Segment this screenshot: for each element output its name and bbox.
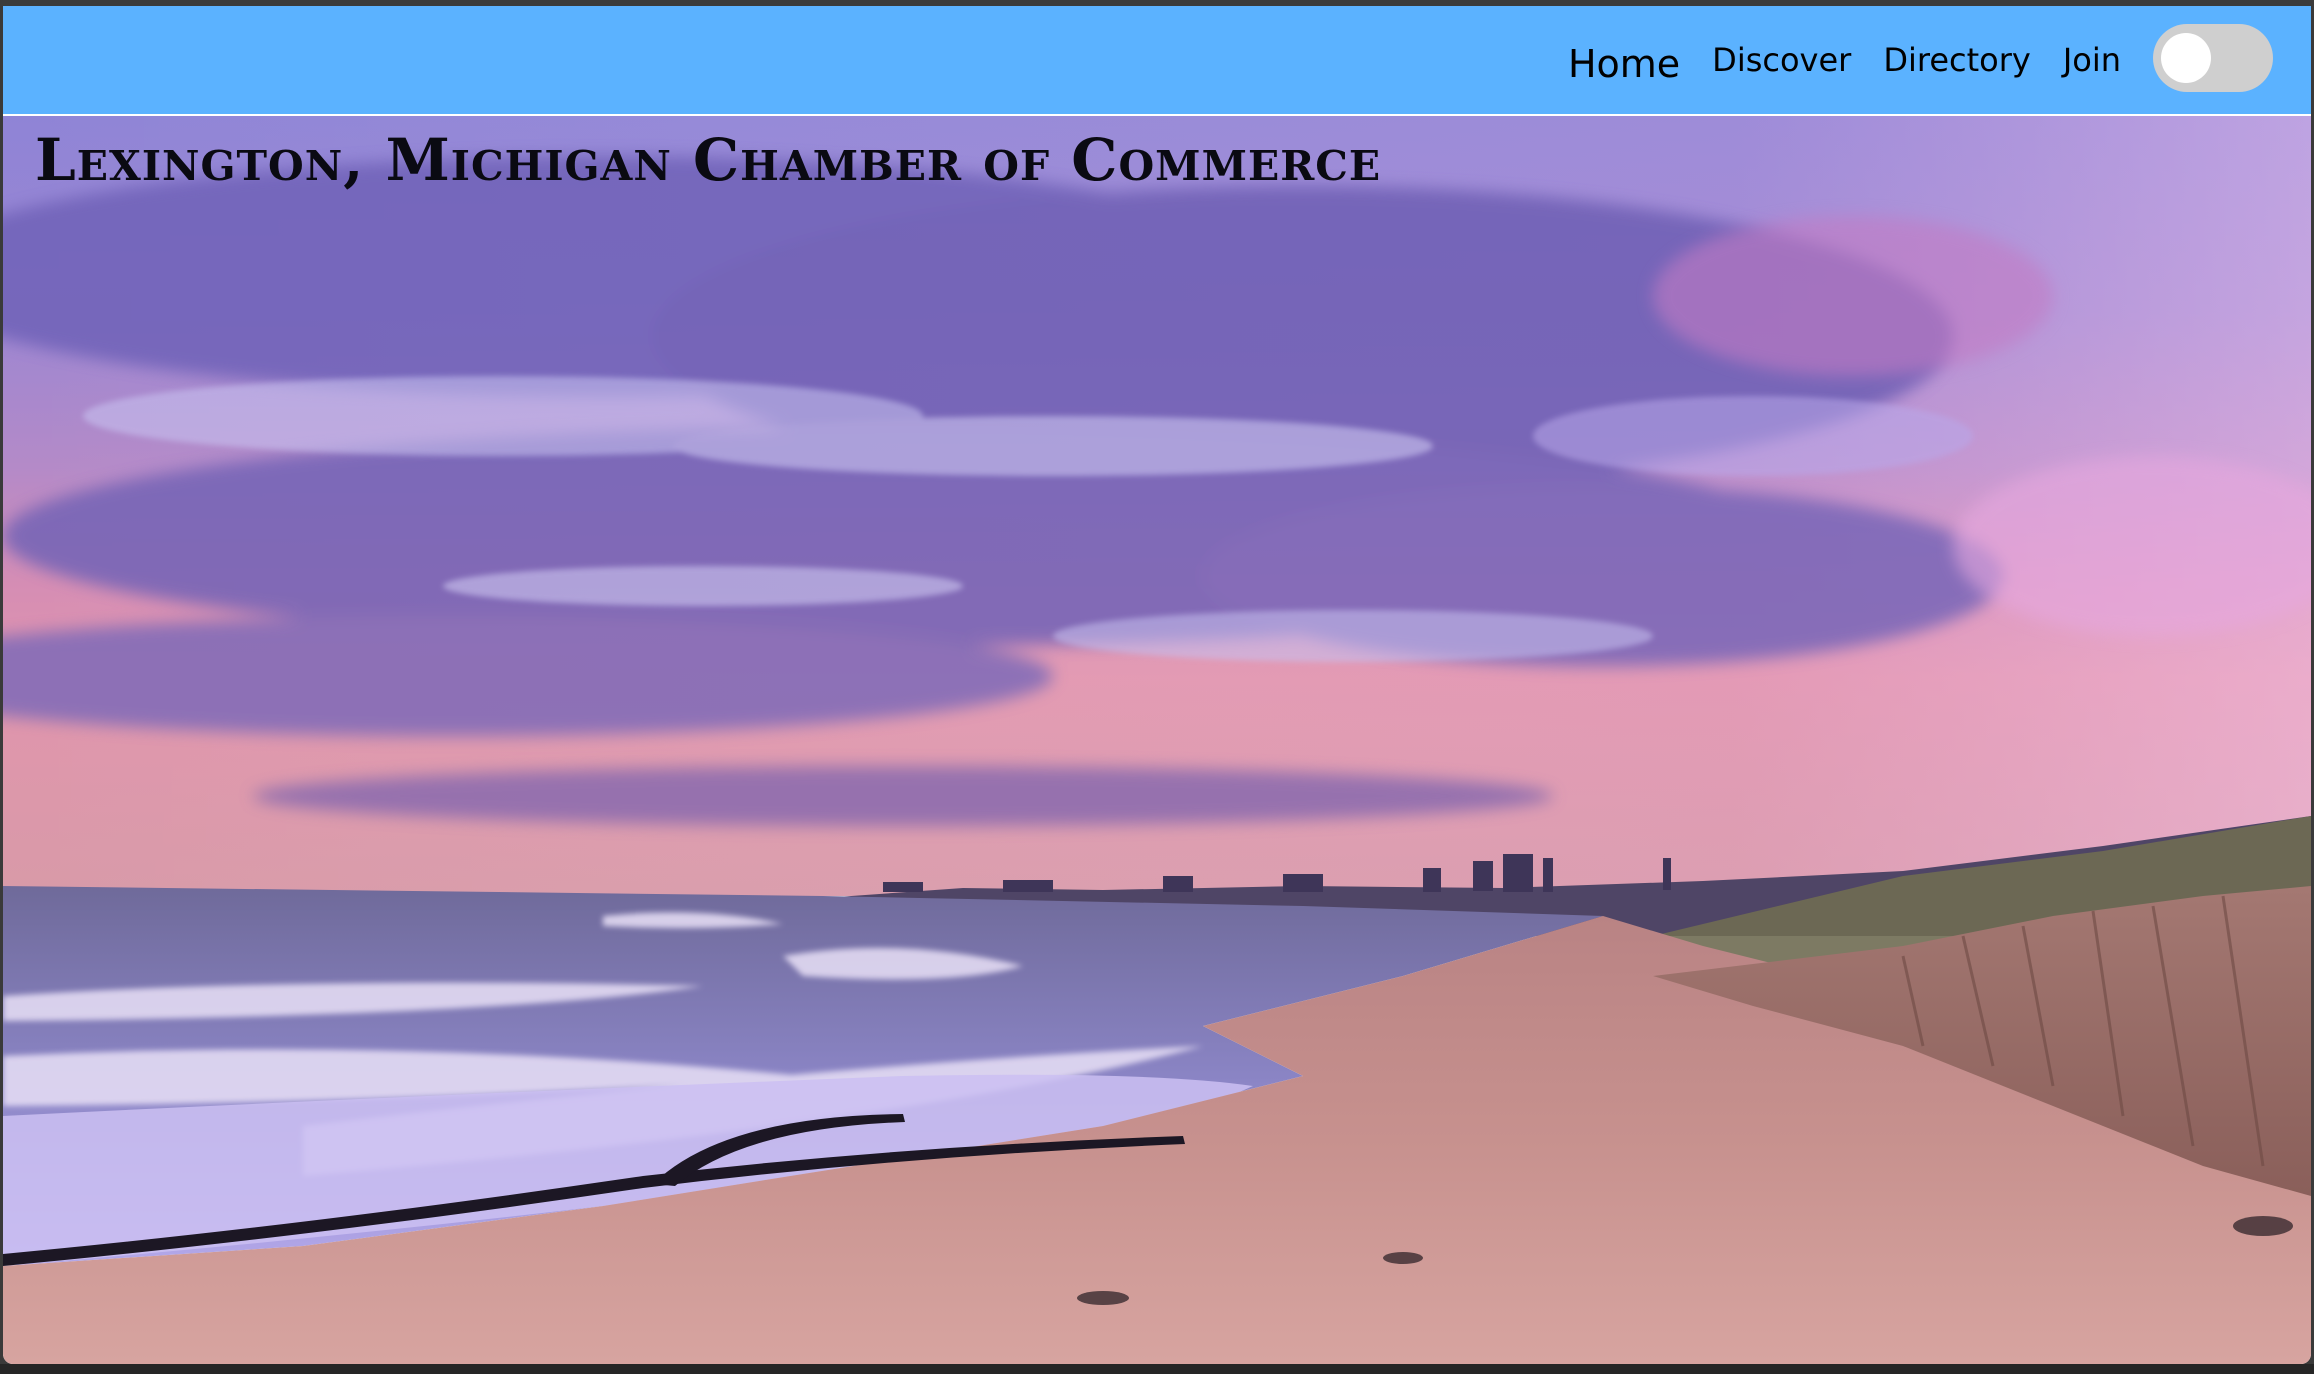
toggle-knob [2161,33,2211,83]
nav-link-join[interactable]: Join [2063,41,2121,79]
beach-sunset-photo [3,116,2311,1364]
nav-link-directory[interactable]: Directory [1883,41,2030,79]
navbar: Home Discover Directory Join [3,6,2311,116]
dark-mode-toggle[interactable] [2153,24,2273,92]
browser-window: Home Discover Directory Join Lexington, … [0,0,2314,1374]
main-navigation: Home Discover Directory Join [1568,6,2121,114]
page-viewport: Home Discover Directory Join Lexington, … [3,6,2311,1364]
nav-link-home[interactable]: Home [1568,42,1680,86]
devtools-strip [0,1364,2314,1374]
page-title: Lexington, Michigan Chamber of Commerce [35,126,1382,194]
hero-section: Lexington, Michigan Chamber of Commerce [3,116,2311,1364]
nav-link-discover[interactable]: Discover [1712,41,1851,79]
